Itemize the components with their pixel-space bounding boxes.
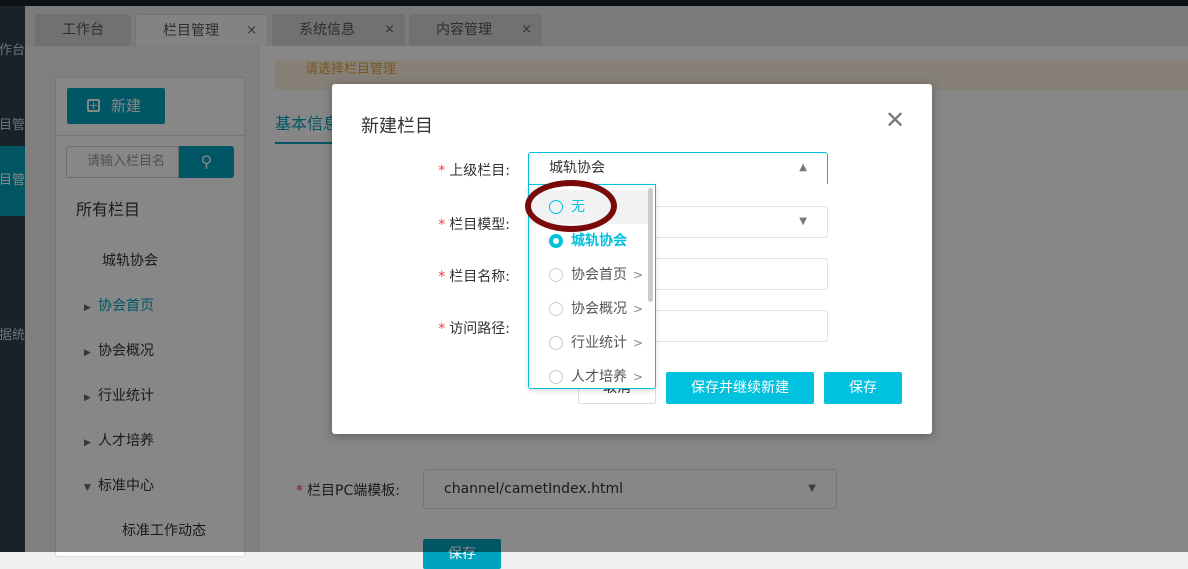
option-label: 城轨协会 — [571, 233, 627, 249]
option-home[interactable]: 协会首页 > — [529, 258, 649, 292]
chevron-right-icon: > — [633, 336, 644, 350]
caret-up-icon: ▲ — [799, 162, 807, 173]
label-text: 上级栏目: — [449, 163, 510, 179]
radio-icon — [549, 302, 563, 316]
radio-icon — [549, 268, 563, 282]
parent-column-label: * 上级栏目: — [438, 163, 510, 179]
chevron-right-icon: > — [633, 302, 644, 316]
option-label: 协会概况 — [571, 301, 627, 317]
save-button[interactable]: 保存 — [824, 372, 902, 404]
chevron-right-icon: > — [633, 268, 644, 282]
label-text: 栏目模型: — [449, 217, 510, 233]
option-label: 人才培养 — [571, 369, 627, 385]
option-label: 协会首页 — [571, 267, 627, 283]
save-and-continue-button[interactable]: 保存并继续新建 — [666, 372, 814, 404]
option-label: 行业统计 — [571, 335, 627, 351]
dialog-title: 新建栏目 — [361, 116, 433, 137]
select-value: 城轨协会 — [549, 160, 605, 176]
column-model-label: * 栏目模型: — [438, 217, 510, 233]
radio-checked-icon — [549, 234, 563, 248]
label-text: 栏目名称: — [449, 269, 510, 285]
label-text: 访问路径: — [449, 321, 510, 337]
dropdown-scrollbar[interactable] — [648, 188, 653, 302]
highlight-ring-annotation — [525, 180, 617, 232]
caret-down-icon: ▼ — [799, 216, 807, 227]
access-path-label: * 访问路径: — [438, 321, 510, 337]
option-talent[interactable]: 人才培养 > — [529, 360, 649, 388]
option-overview[interactable]: 协会概况 > — [529, 292, 649, 326]
radio-icon — [549, 336, 563, 350]
chevron-right-icon: > — [633, 370, 644, 384]
option-stats[interactable]: 行业统计 > — [529, 326, 649, 360]
radio-icon — [549, 370, 563, 384]
close-icon[interactable]: ✕ — [885, 106, 905, 134]
column-name-label: * 栏目名称: — [438, 269, 510, 285]
